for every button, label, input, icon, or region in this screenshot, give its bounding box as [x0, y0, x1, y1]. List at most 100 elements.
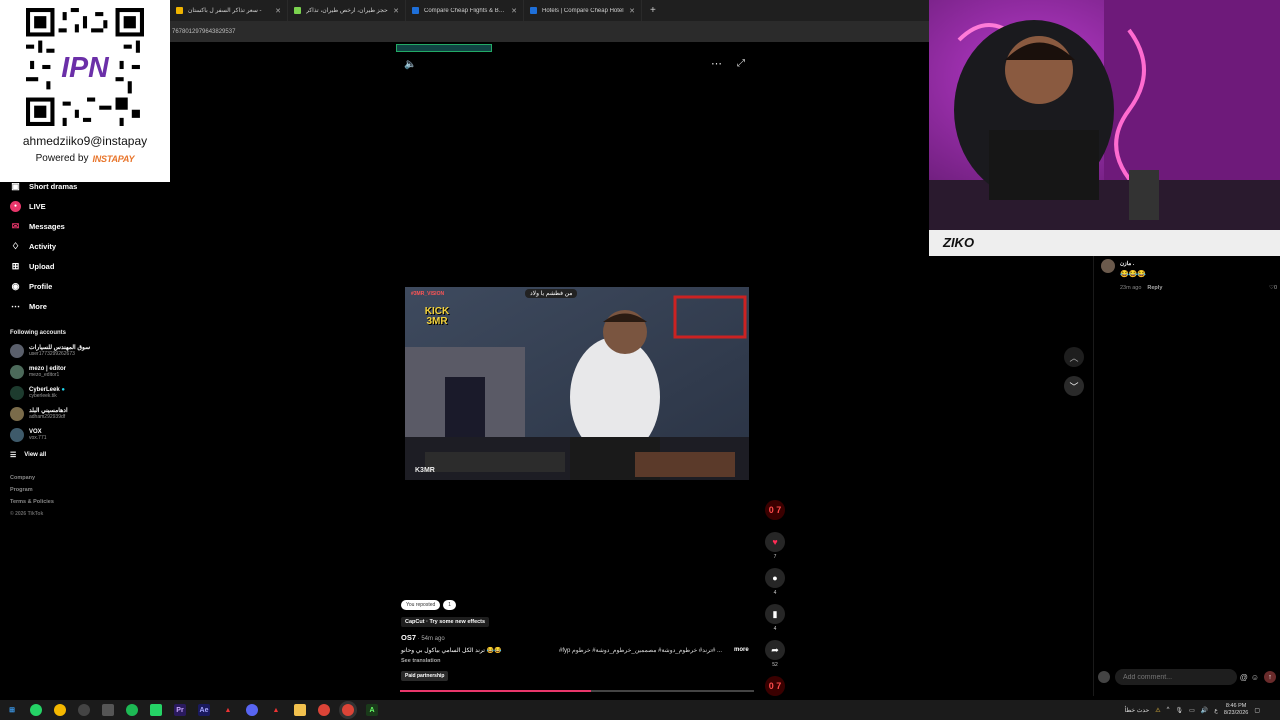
share-button[interactable]: ➦ [765, 640, 785, 660]
avatar [10, 427, 24, 442]
comment-author[interactable]: مازن . [1120, 261, 1134, 267]
footer-link-company[interactable]: Company [10, 475, 110, 481]
file-explorer-icon[interactable] [294, 704, 306, 716]
view-all-button[interactable]: ☰ View all [0, 445, 110, 465]
comment-input[interactable] [1115, 669, 1237, 685]
messages-icon: ✉ [11, 220, 20, 231]
svg-text:IPN: IPN [61, 52, 110, 84]
windows-taskbar: ⊞ Pr Ae ▲ ▲ A حدث خطأ ⚠ ^ 🎙 ▭ 🔊 ع 8:46 P… [0, 700, 1280, 720]
mention-icon[interactable]: @ [1240, 673, 1248, 682]
powered-by: Powered by INSTAPAY [36, 153, 135, 164]
next-video-button[interactable]: ﹀ [1064, 376, 1084, 396]
following-account[interactable]: ادهامسيني البلد adham292939df [0, 403, 110, 424]
clock[interactable]: 8:46 PM 8/23/2026 [1224, 703, 1248, 717]
kick-logo: KICK 3MR [424, 306, 450, 327]
instapay-handle: ahmedziiko9@instapay [22, 134, 148, 148]
sidebar-item-label: Activity [29, 241, 57, 251]
chevron-up-icon[interactable]: ^ [1167, 707, 1170, 713]
verified-icon: ● [61, 386, 65, 393]
app-icon[interactable]: A [366, 704, 378, 716]
like-count: 7 [773, 554, 777, 560]
webcam-scene [929, 0, 1280, 256]
discord-icon[interactable] [246, 704, 258, 716]
windows-start-icon[interactable]: ⊞ [6, 704, 18, 716]
chrome-icon[interactable] [318, 704, 330, 716]
language-indicator[interactable]: ع [1214, 707, 1218, 714]
sidebar-item-profile[interactable]: ◉ Profile [0, 276, 110, 296]
browser-tab[interactable]: حجز طيران، ارخص طيران، تذاكر ✕ [288, 0, 406, 21]
send-button[interactable]: ↑ [1264, 671, 1276, 683]
clock-time: 8:46 PM [1225, 703, 1247, 709]
more-button[interactable]: more [734, 647, 749, 653]
reply-button[interactable]: Reply [1147, 285, 1162, 291]
instapay-logo: INSTAPAY [92, 153, 135, 164]
warning-icon[interactable]: ⚠ [1155, 707, 1160, 714]
hashtags[interactable]: #fyp ترند# خرطوم_دوشة# مصممين_خرطوم_دوشة… [559, 647, 722, 654]
notification-icon[interactable]: ▢ [1254, 707, 1260, 714]
acrobat-icon[interactable]: ▲ [222, 704, 234, 716]
following-account[interactable]: CyberLeek ● cyberleek.tik [0, 382, 110, 403]
music-disc-avatar[interactable]: 0 7 [765, 676, 785, 696]
chrome-active-icon[interactable] [342, 704, 354, 716]
microphone-icon[interactable]: 🎙 [1175, 707, 1183, 714]
avatar [10, 343, 24, 358]
network-icon[interactable]: ▭ [1189, 707, 1195, 714]
emoji-icon[interactable]: ☺ [1251, 673, 1259, 682]
creator-avatar[interactable]: 0 7 [765, 500, 785, 520]
see-translation-link[interactable]: See translation [401, 658, 761, 664]
close-tab-icon[interactable]: ✕ [629, 7, 635, 15]
browser-tab[interactable]: سعر تذاكر السفر ل باكستان - ✕ [170, 0, 288, 21]
tab-favicon-icon [176, 7, 183, 14]
obs-icon[interactable] [78, 704, 90, 716]
video-player[interactable]: #3MR_VISION من فطشم يا ولاد KICK 3MR K3M… [405, 287, 749, 480]
account-handle: mezo_editor1 [29, 371, 60, 378]
browser-tab[interactable]: Hotels | Compare Cheap Hotel ✕ [524, 0, 642, 21]
sidebar-item-live[interactable]: ● LIVE [0, 196, 110, 216]
premiere-icon[interactable]: Pr [174, 704, 186, 716]
previous-video-button[interactable]: ︿ [1064, 347, 1084, 367]
save-button[interactable]: ▮ [765, 604, 785, 624]
chevron-up-icon: ︿ [1069, 352, 1079, 363]
new-tab-button[interactable]: + [642, 5, 664, 16]
avatar[interactable] [1101, 259, 1115, 273]
close-tab-icon[interactable]: ✕ [393, 7, 399, 15]
tab-title: Compare Cheap Flights & Booki [424, 7, 507, 14]
more-options-icon[interactable]: ⋯ [711, 57, 722, 70]
app-icon[interactable] [54, 704, 66, 716]
post-info: You reposted 1 CapCut · Try some new eff… [401, 600, 761, 682]
sidebar-item-activity[interactable]: ♢ Activity [0, 236, 110, 256]
footer-link-program[interactable]: Program [10, 487, 110, 493]
whatsapp-business-icon[interactable] [150, 704, 162, 716]
sidebar-item-more[interactable]: ⋯ More [0, 296, 110, 316]
volume-icon[interactable]: 🔊 [1201, 707, 1208, 714]
video-preview-strip [396, 44, 492, 52]
following-account[interactable]: سوق المهندس للسيارات user1773299262673 [0, 340, 110, 361]
calculator-icon[interactable] [102, 704, 114, 716]
volume-icon[interactable]: 🔈 [404, 59, 416, 70]
close-tab-icon[interactable]: ✕ [511, 7, 517, 15]
bookmark-icon: ▮ [772, 608, 778, 619]
spotify-icon[interactable] [126, 704, 138, 716]
sidebar-item-upload[interactable]: ⊞ Upload [0, 256, 110, 276]
share-icon: ➦ [771, 644, 779, 655]
fullscreen-icon[interactable]: ⤢ [737, 58, 745, 69]
comment-time: 23m ago [1120, 285, 1142, 291]
following-account[interactable]: VOX vox.771 [0, 424, 110, 445]
like-button[interactable]: ♥ [765, 532, 785, 552]
comment-button[interactable]: ● [765, 568, 785, 588]
effect-link[interactable]: CapCut · Try some new effects [401, 617, 490, 627]
status-message[interactable]: حدث خطأ [1125, 707, 1150, 714]
whatsapp-icon[interactable] [30, 704, 42, 716]
comment-like-button[interactable]: ♡0 [1269, 285, 1277, 291]
footer-link-terms[interactable]: Terms & Policies [10, 499, 110, 505]
browser-tab[interactable]: Compare Cheap Flights & Booki ✕ [406, 0, 524, 21]
following-accounts-title: Following accounts [10, 330, 67, 336]
tab-title: Hotels | Compare Cheap Hotel [542, 7, 624, 14]
adobe-icon[interactable]: ▲ [270, 704, 282, 716]
author-name[interactable]: OS7 [401, 633, 416, 642]
following-account[interactable]: mezo | editor mezo_editor1 [0, 361, 110, 382]
sidebar-item-messages[interactable]: ✉ Messages [0, 216, 110, 236]
video-progress-bar[interactable] [400, 690, 754, 692]
after-effects-icon[interactable]: Ae [198, 704, 210, 716]
close-tab-icon[interactable]: ✕ [275, 7, 281, 15]
